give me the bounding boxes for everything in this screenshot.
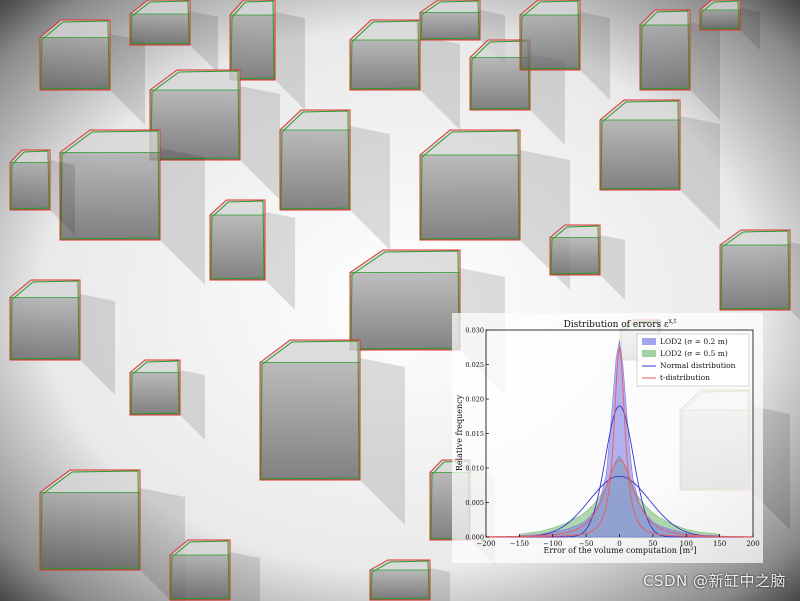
y-tick-label: 0.030 — [465, 327, 484, 335]
legend-label-normal: Normal distribution — [660, 361, 736, 370]
x-tick-label: 200 — [746, 540, 759, 548]
legend-swatch-lod2-02 — [642, 338, 656, 345]
figure: Distribution of errors εx,t −200 −150 −100… — [0, 0, 800, 601]
y-axis-label: Relative frequency — [455, 394, 464, 471]
legend-label-t: t-distribution — [660, 373, 710, 382]
y-tick-label: 0.005 — [465, 499, 484, 507]
x-tick-label: 150 — [713, 540, 726, 548]
legend: LOD2 (σ = 0.2 m) LOD2 (σ = 0.5 m) Normal… — [636, 333, 750, 387]
legend-swatch-lod2-05 — [642, 350, 656, 357]
y-tick-label: 0.025 — [465, 361, 484, 369]
x-axis-label: Error of the volume computation [m3] — [544, 546, 697, 555]
y-tick-label: 0.015 — [465, 430, 484, 438]
legend-label-lod2-02: LOD2 (σ = 0.2 m) — [660, 337, 728, 346]
watermark: CSDN @新缸中之脑 — [642, 572, 786, 590]
chart: Distribution of errors εx,t −200 −150 −100… — [452, 313, 763, 563]
y-tick-label: 0.000 — [465, 534, 484, 542]
x-tick-label: −150 — [510, 540, 529, 548]
chart-title: Distribution of errors εx,t — [564, 318, 677, 330]
legend-label-lod2-05: LOD2 (σ = 0.5 m) — [660, 349, 728, 358]
y-tick-label: 0.020 — [465, 396, 484, 404]
y-tick-label: 0.010 — [465, 465, 484, 473]
